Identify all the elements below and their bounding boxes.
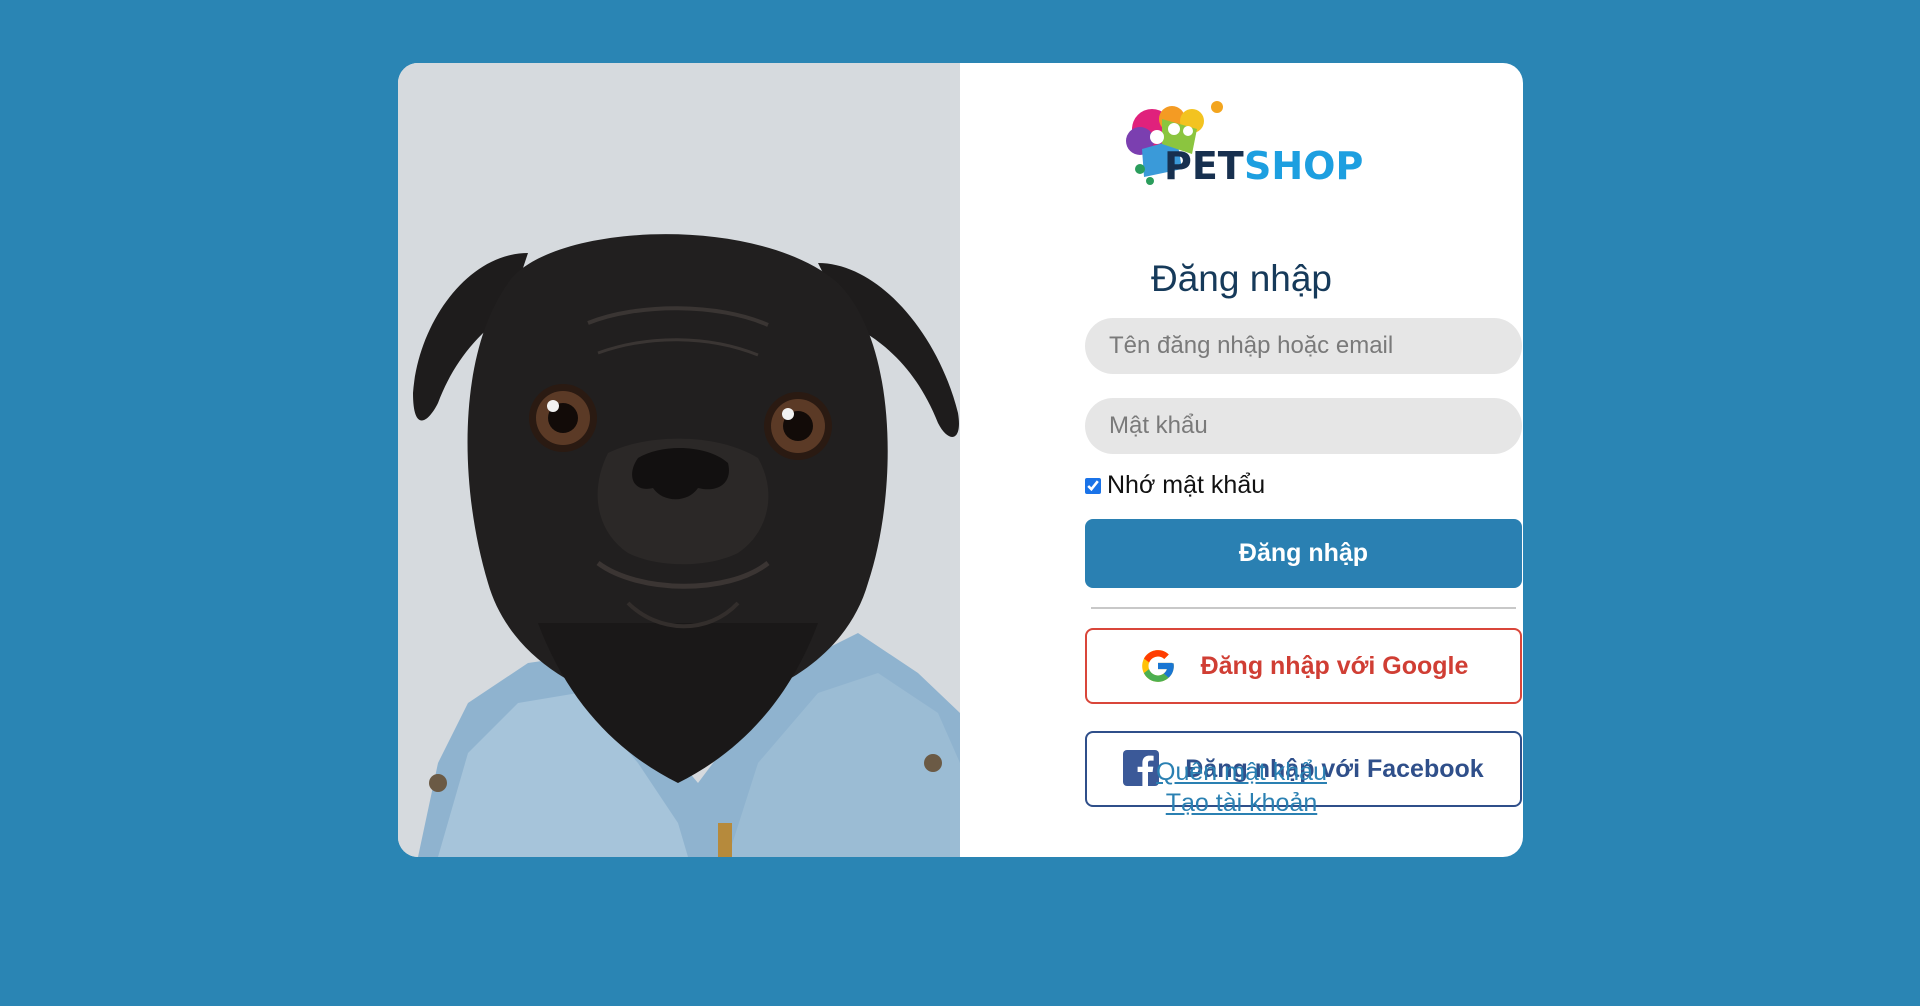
google-icon: [1139, 647, 1177, 685]
logo-text-pet: PET: [1164, 144, 1244, 188]
google-login-button[interactable]: Đăng nhập với Google: [1085, 628, 1522, 704]
divider: [1091, 607, 1516, 609]
login-card: PET SHOP Đăng nhập Nhớ mật khẩu Đăng nhậ…: [398, 63, 1523, 857]
remember-label: Nhớ mật khẩu: [1107, 471, 1266, 499]
password-input[interactable]: [1085, 398, 1522, 454]
login-button[interactable]: Đăng nhập: [1085, 519, 1522, 588]
register-link[interactable]: Tạo tài khoản: [960, 788, 1523, 819]
username-input[interactable]: [1085, 318, 1522, 374]
petshop-logo: PET SHOP: [960, 99, 1523, 189]
forgot-password-link[interactable]: Quên mật khẩu: [960, 757, 1523, 788]
google-login-label: Đăng nhập với Google: [1200, 651, 1469, 680]
remember-me[interactable]: Nhớ mật khẩu: [1085, 471, 1265, 500]
logo-text-shop: SHOP: [1244, 144, 1362, 188]
remember-checkbox[interactable]: [1085, 477, 1101, 494]
account-links: Quên mật khẩu Tạo tài khoản: [960, 757, 1523, 819]
page-title: Đăng nhập: [1150, 258, 1333, 299]
pug-photo: [398, 63, 960, 857]
login-panel: PET SHOP Đăng nhập Nhớ mật khẩu Đăng nhậ…: [960, 63, 1523, 857]
